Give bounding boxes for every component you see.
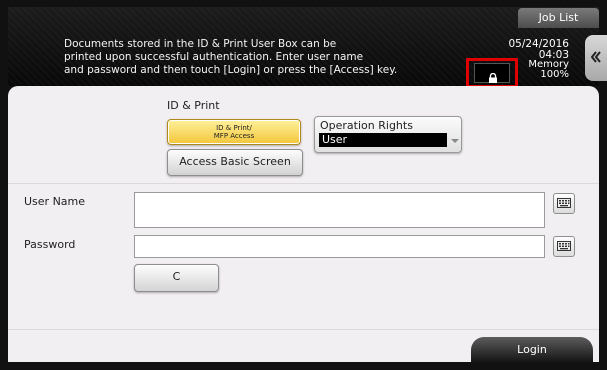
password-field[interactable] — [134, 235, 545, 258]
keyboard-icon — [557, 241, 571, 251]
footer-divider — [8, 329, 599, 330]
double-chevron-left-icon — [591, 51, 601, 63]
access-basic-screen-button[interactable]: Access Basic Screen — [167, 149, 303, 176]
user-name-field[interactable] — [134, 192, 545, 228]
user-name-label: User Name — [24, 195, 86, 208]
password-keyboard-button[interactable] — [553, 236, 575, 257]
instruction-message: Documents stored in the ID & Print User … — [64, 38, 398, 76]
password-label: Password — [24, 238, 76, 251]
mode-button-line1: ID & Print/ — [216, 124, 252, 132]
login-panel: ID & Print ID & Print/ MFP Access Access… — [8, 86, 599, 362]
lock-icon — [488, 68, 498, 83]
user-name-keyboard-button[interactable] — [553, 193, 575, 214]
dropdown-arrow-icon — [451, 139, 459, 143]
operation-rights-label: Operation Rights — [320, 119, 413, 132]
clear-button[interactable]: C — [134, 264, 219, 292]
id-print-mfp-access-button[interactable]: ID & Print/ MFP Access — [167, 119, 301, 145]
keyboard-icon — [557, 198, 571, 208]
operation-rights-select[interactable]: Operation Rights User — [314, 116, 462, 153]
operation-rights-selected: User — [319, 133, 447, 147]
job-list-tab[interactable]: Job List — [518, 8, 599, 28]
login-button[interactable]: Login — [471, 337, 593, 362]
divider — [8, 183, 599, 184]
side-panel-toggle[interactable] — [585, 35, 607, 81]
mode-button-line2: MFP Access — [213, 132, 255, 140]
id-print-label: ID & Print — [167, 99, 220, 112]
